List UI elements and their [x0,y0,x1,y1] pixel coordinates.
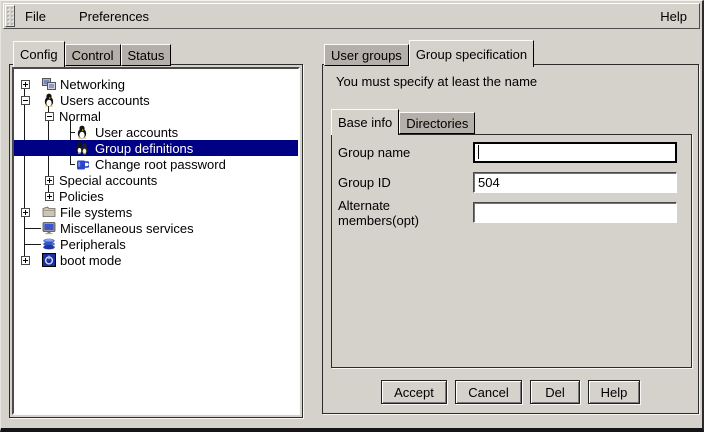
tab-directories[interactable]: Directories [399,112,475,134]
menu-preferences[interactable]: Preferences [79,9,149,24]
config-tree: Networking Users accounts Normal User ac… [14,69,298,413]
expander-plus-icon[interactable] [45,192,54,201]
menu-file[interactable]: File [25,9,46,24]
tree-item-group-definitions[interactable]: Group definitions [14,140,298,156]
config-page: Networking Users accounts Normal User ac… [9,64,303,418]
group-id-label: Group ID [338,175,473,190]
expander-plus-icon[interactable] [21,208,30,217]
del-button[interactable]: Del [530,380,580,404]
tree-item-label: Normal [59,109,101,124]
tree-item-miscellaneous-services[interactable]: Miscellaneous services [14,220,298,236]
tree-item-label: Miscellaneous services [60,221,194,236]
hint-message: You must specify at least the name [336,74,537,89]
tree-item-special-accounts[interactable]: Special accounts [14,172,298,188]
tab-config[interactable]: Config [13,41,65,67]
tree-item-label: Peripherals [60,237,126,252]
tree-item-file-systems[interactable]: File systems [14,204,298,220]
tree-item-peripherals[interactable]: Peripherals [14,236,298,252]
action-button-row: Accept Cancel Del Help [323,380,698,404]
tab-user-groups[interactable]: User groups [324,44,409,66]
penguin-group-icon [75,141,89,155]
disks-icon [42,237,56,251]
tree-item-label: Networking [60,77,125,92]
group-id-input[interactable] [473,172,677,193]
tree-item-label: File systems [60,205,132,220]
expander-plus-icon[interactable] [45,176,54,185]
group-name-entry-wrap [473,142,677,163]
form-row: Alternate members(opt) [338,202,677,223]
monitor-icon [42,221,56,235]
form-row: Group ID [338,172,677,193]
tree-item-user-accounts[interactable]: User accounts [14,124,298,140]
cancel-button[interactable]: Cancel [455,380,522,404]
menu-grip-handle[interactable] [5,5,15,27]
expander-plus-icon[interactable] [21,80,30,89]
linuxconf-window: File Preferences Help Config Control Sta… [0,0,704,432]
left-tab-bar: Config Control Status [13,39,171,66]
menu-bar: File Preferences Help [3,3,700,29]
tree-item-label: Users accounts [60,93,150,108]
tab-base-info[interactable]: Base info [331,109,399,135]
tree-item-normal[interactable]: Normal [14,108,298,124]
penguin-icon [42,93,56,107]
expander-plus-icon[interactable] [21,256,30,265]
tree-item-label: Group definitions [95,141,193,156]
tab-group-specification[interactable]: Group specification [409,40,534,67]
alternate-members-input[interactable] [473,202,677,223]
form-row: Group name [338,142,677,163]
accept-button[interactable]: Accept [381,380,447,404]
tree-item-label: Policies [59,189,104,204]
menu-help[interactable]: Help [660,9,687,24]
penguin-icon [75,125,89,139]
group-specification-page: You must specify at least the name Base … [322,64,699,414]
tab-control[interactable]: Control [65,44,121,66]
alternate-members-label: Alternate members(opt) [338,198,473,228]
tree-item-policies[interactable]: Policies [14,188,298,204]
help-button[interactable]: Help [588,380,640,404]
right-tab-bar: User groups Group specification [324,38,534,66]
tree-item-change-root-password[interactable]: Change root password [14,156,298,172]
tree-item-networking[interactable]: Networking [14,76,298,92]
expander-minus-icon[interactable] [45,112,54,121]
tree-item-label: boot mode [60,253,121,268]
base-info-panel: Group name Group ID Alternate members(op… [331,134,692,368]
tree-item-label: Special accounts [59,173,157,188]
networking-icon [42,77,56,91]
mug-icon [75,157,89,171]
tree-item-label: User accounts [95,125,178,140]
expander-minus-icon[interactable] [21,96,30,105]
power-icon [42,253,56,267]
tree-item-boot-mode[interactable]: boot mode [14,252,298,268]
alternate-members-entry-wrap [473,202,677,223]
tree-item-users-accounts[interactable]: Users accounts [14,92,298,108]
tab-status[interactable]: Status [121,44,172,66]
tree-item-label: Change root password [95,157,226,172]
tree-viewport: Networking Users accounts Normal User ac… [12,67,300,415]
group-id-entry-wrap [473,172,677,193]
folder-icon [42,205,56,219]
group-name-input[interactable] [473,142,677,163]
group-name-label: Group name [338,145,473,160]
sub-tab-bar: Base info Directories [331,107,475,134]
